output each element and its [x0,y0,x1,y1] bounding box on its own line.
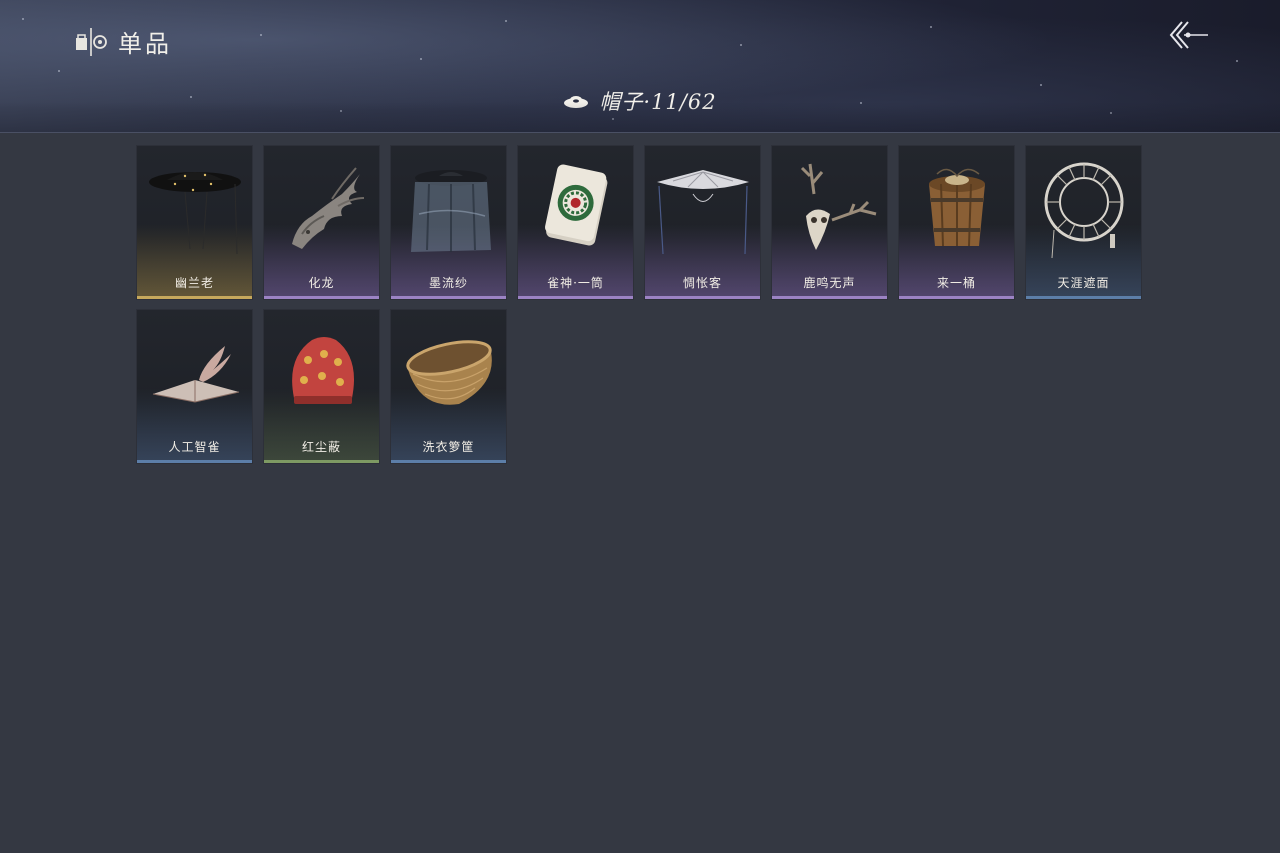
rarity-bar [1026,296,1141,299]
item-label: 来一桶 [936,276,976,290]
item-card-xiyiluokuang[interactable]: 洗衣箩筐 [390,309,507,464]
shop-icon [76,27,107,56]
item-card-youlanlao[interactable]: 幽兰老 [136,145,253,300]
item-label: 人工智雀 [168,440,221,454]
veiled-hat-icon [411,170,491,252]
top-banner: 单品 帽子·11/62 [0,0,1280,133]
item-label: 化龙 [308,276,335,290]
basket-icon [406,340,492,405]
item-card-moliusha[interactable]: 墨流纱 [390,145,507,300]
rarity-bar [264,460,379,463]
red-hood-icon [292,337,354,404]
page-title: 单品 [118,30,172,58]
rarity-bar [391,460,506,463]
item-card-queshen[interactable]: 雀神·一筒 [517,145,634,300]
rarity-bar [645,296,760,299]
rarity-bar [264,296,379,299]
item-label: 墨流纱 [428,276,468,290]
rarity-bar [137,460,252,463]
paper-bird-hat-icon [152,346,240,403]
rarity-bar [391,296,506,299]
rarity-bar [899,296,1014,299]
item-label: 惆怅客 [682,276,722,290]
item-label: 幽兰老 [174,276,214,290]
rarity-bar [772,296,887,299]
item-label: 天涯遮面 [1057,276,1110,290]
hat-icon [564,96,589,108]
wheel-hat-icon [1044,162,1124,259]
back-arrow-icon[interactable] [1166,18,1210,52]
item-label: 洗衣箩筐 [422,440,475,454]
item-card-tianyazhemian[interactable]: 天涯遮面 [1025,145,1142,300]
mahjong-tile-icon [545,164,608,246]
item-card-lumingwusheng[interactable]: 鹿鸣无声 [771,145,888,300]
black-hat-icon [149,172,241,255]
rarity-bar [137,296,252,299]
item-label: 鹿鸣无声 [803,276,856,290]
item-card-hualong[interactable]: 化龙 [263,145,380,300]
white-veil-hat-icon [657,170,749,255]
item-label: 红尘蔽 [301,440,341,454]
deer-skull-icon [800,163,877,250]
page-header: 单品 [74,24,172,59]
item-card-hongchenbi[interactable]: 红尘蔽 [263,309,380,464]
wooden-bucket-icon [929,168,985,247]
category-label: 帽子·11/62 [599,90,717,114]
dragon-head-icon [292,167,365,249]
category-header: 帽子·11/62 [0,86,1280,116]
rarity-bar [518,296,633,299]
item-card-laiyitong[interactable]: 来一桶 [898,145,1015,300]
item-card-rengongzhique[interactable]: 人工智雀 [136,309,253,464]
item-label: 雀神·一筒 [547,276,604,290]
item-card-chouchangke[interactable]: 惆怅客 [644,145,761,300]
